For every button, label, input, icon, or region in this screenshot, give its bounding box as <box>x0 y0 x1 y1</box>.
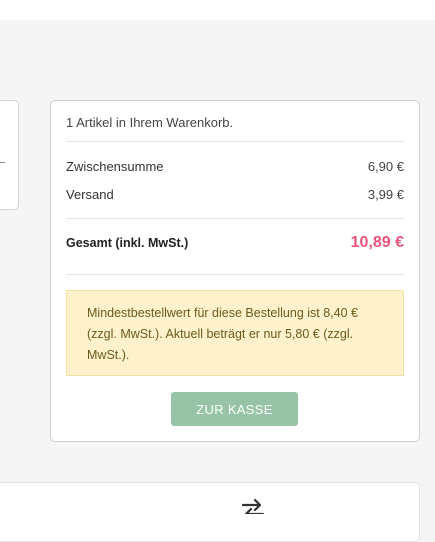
divider <box>66 274 404 275</box>
truncated-glyph <box>0 150 5 163</box>
subtotal-value: 6,90 € <box>367 159 404 174</box>
total-value: 10,89 € <box>350 234 404 251</box>
divider <box>66 218 404 219</box>
divider <box>66 141 404 142</box>
cart-summary-card: 1 Artikel in Ihrem Warenkorb. Zwischensu… <box>50 100 420 442</box>
swap-arrows-icon[interactable] <box>240 497 266 514</box>
bottom-card <box>0 482 420 542</box>
left-side-card <box>0 100 19 210</box>
shipping-label: Versand <box>66 187 114 202</box>
shipping-row: Versand 3,99 € <box>66 187 404 202</box>
total-label: Gesamt (inkl. MwSt.) <box>66 236 189 250</box>
subtotal-label: Zwischensumme <box>66 159 164 174</box>
top-bar <box>0 0 435 20</box>
subtotal-row: Zwischensumme 6,90 € <box>66 159 404 174</box>
checkout-button[interactable]: ZUR KASSE <box>171 392 298 426</box>
cart-item-count: 1 Artikel in Ihrem Warenkorb. <box>66 115 234 130</box>
minimum-order-notice: Mindestbestellwert für diese Bestellung … <box>66 290 404 376</box>
total-row: Gesamt (inkl. MwSt.) 10,89 € <box>66 234 404 252</box>
shipping-value: 3,99 € <box>367 187 404 202</box>
